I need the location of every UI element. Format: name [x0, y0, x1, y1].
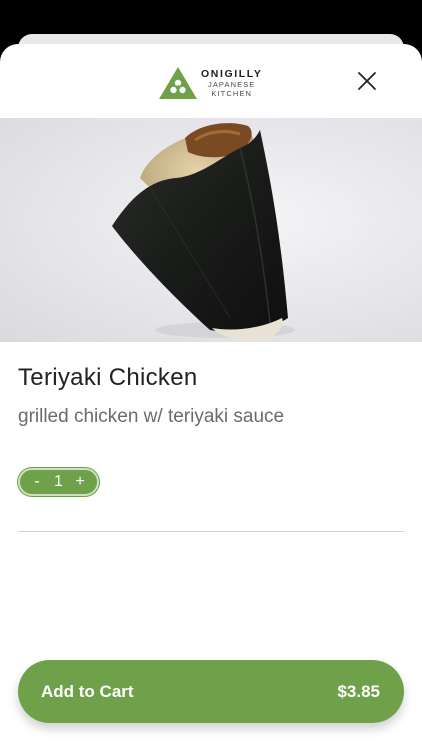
- onigiri-illustration: [112, 123, 295, 341]
- product-title: Teriyaki Chicken: [18, 364, 198, 391]
- product-description: grilled chicken w/ teriyaki sauce: [18, 406, 285, 427]
- cart-price: $3.85: [337, 681, 380, 701]
- quantity-stepper: - 1 +: [18, 468, 99, 496]
- brand-name: ONIGILLY: [201, 68, 263, 80]
- brand-subtitle-line1: JAPANESE: [207, 80, 256, 89]
- brand-wordmark: ONIGILLY JAPANESE KITCHEN: [201, 68, 262, 98]
- product-sheet: ONIGILLY JAPANESE KITCHEN Teriyaki Chick…: [0, 44, 422, 750]
- close-button[interactable]: [356, 70, 378, 92]
- quantity-value: 1: [54, 473, 63, 490]
- sheet-header: ONIGILLY JAPANESE KITCHEN: [0, 44, 422, 118]
- brand-logo: ONIGILLY JAPANESE KITCHEN: [158, 66, 262, 100]
- onigilly-logo-icon: [159, 67, 197, 99]
- increment-button[interactable]: +: [74, 474, 86, 490]
- product-image: [0, 118, 422, 342]
- divider: [18, 531, 404, 532]
- decrement-button[interactable]: -: [31, 474, 43, 490]
- close-icon: [358, 72, 376, 90]
- brand-subtitle-line2: KITCHEN: [211, 89, 253, 98]
- add-to-cart-button[interactable]: Add to Cart $3.85: [18, 660, 404, 723]
- add-to-cart-label: Add to Cart: [41, 681, 134, 701]
